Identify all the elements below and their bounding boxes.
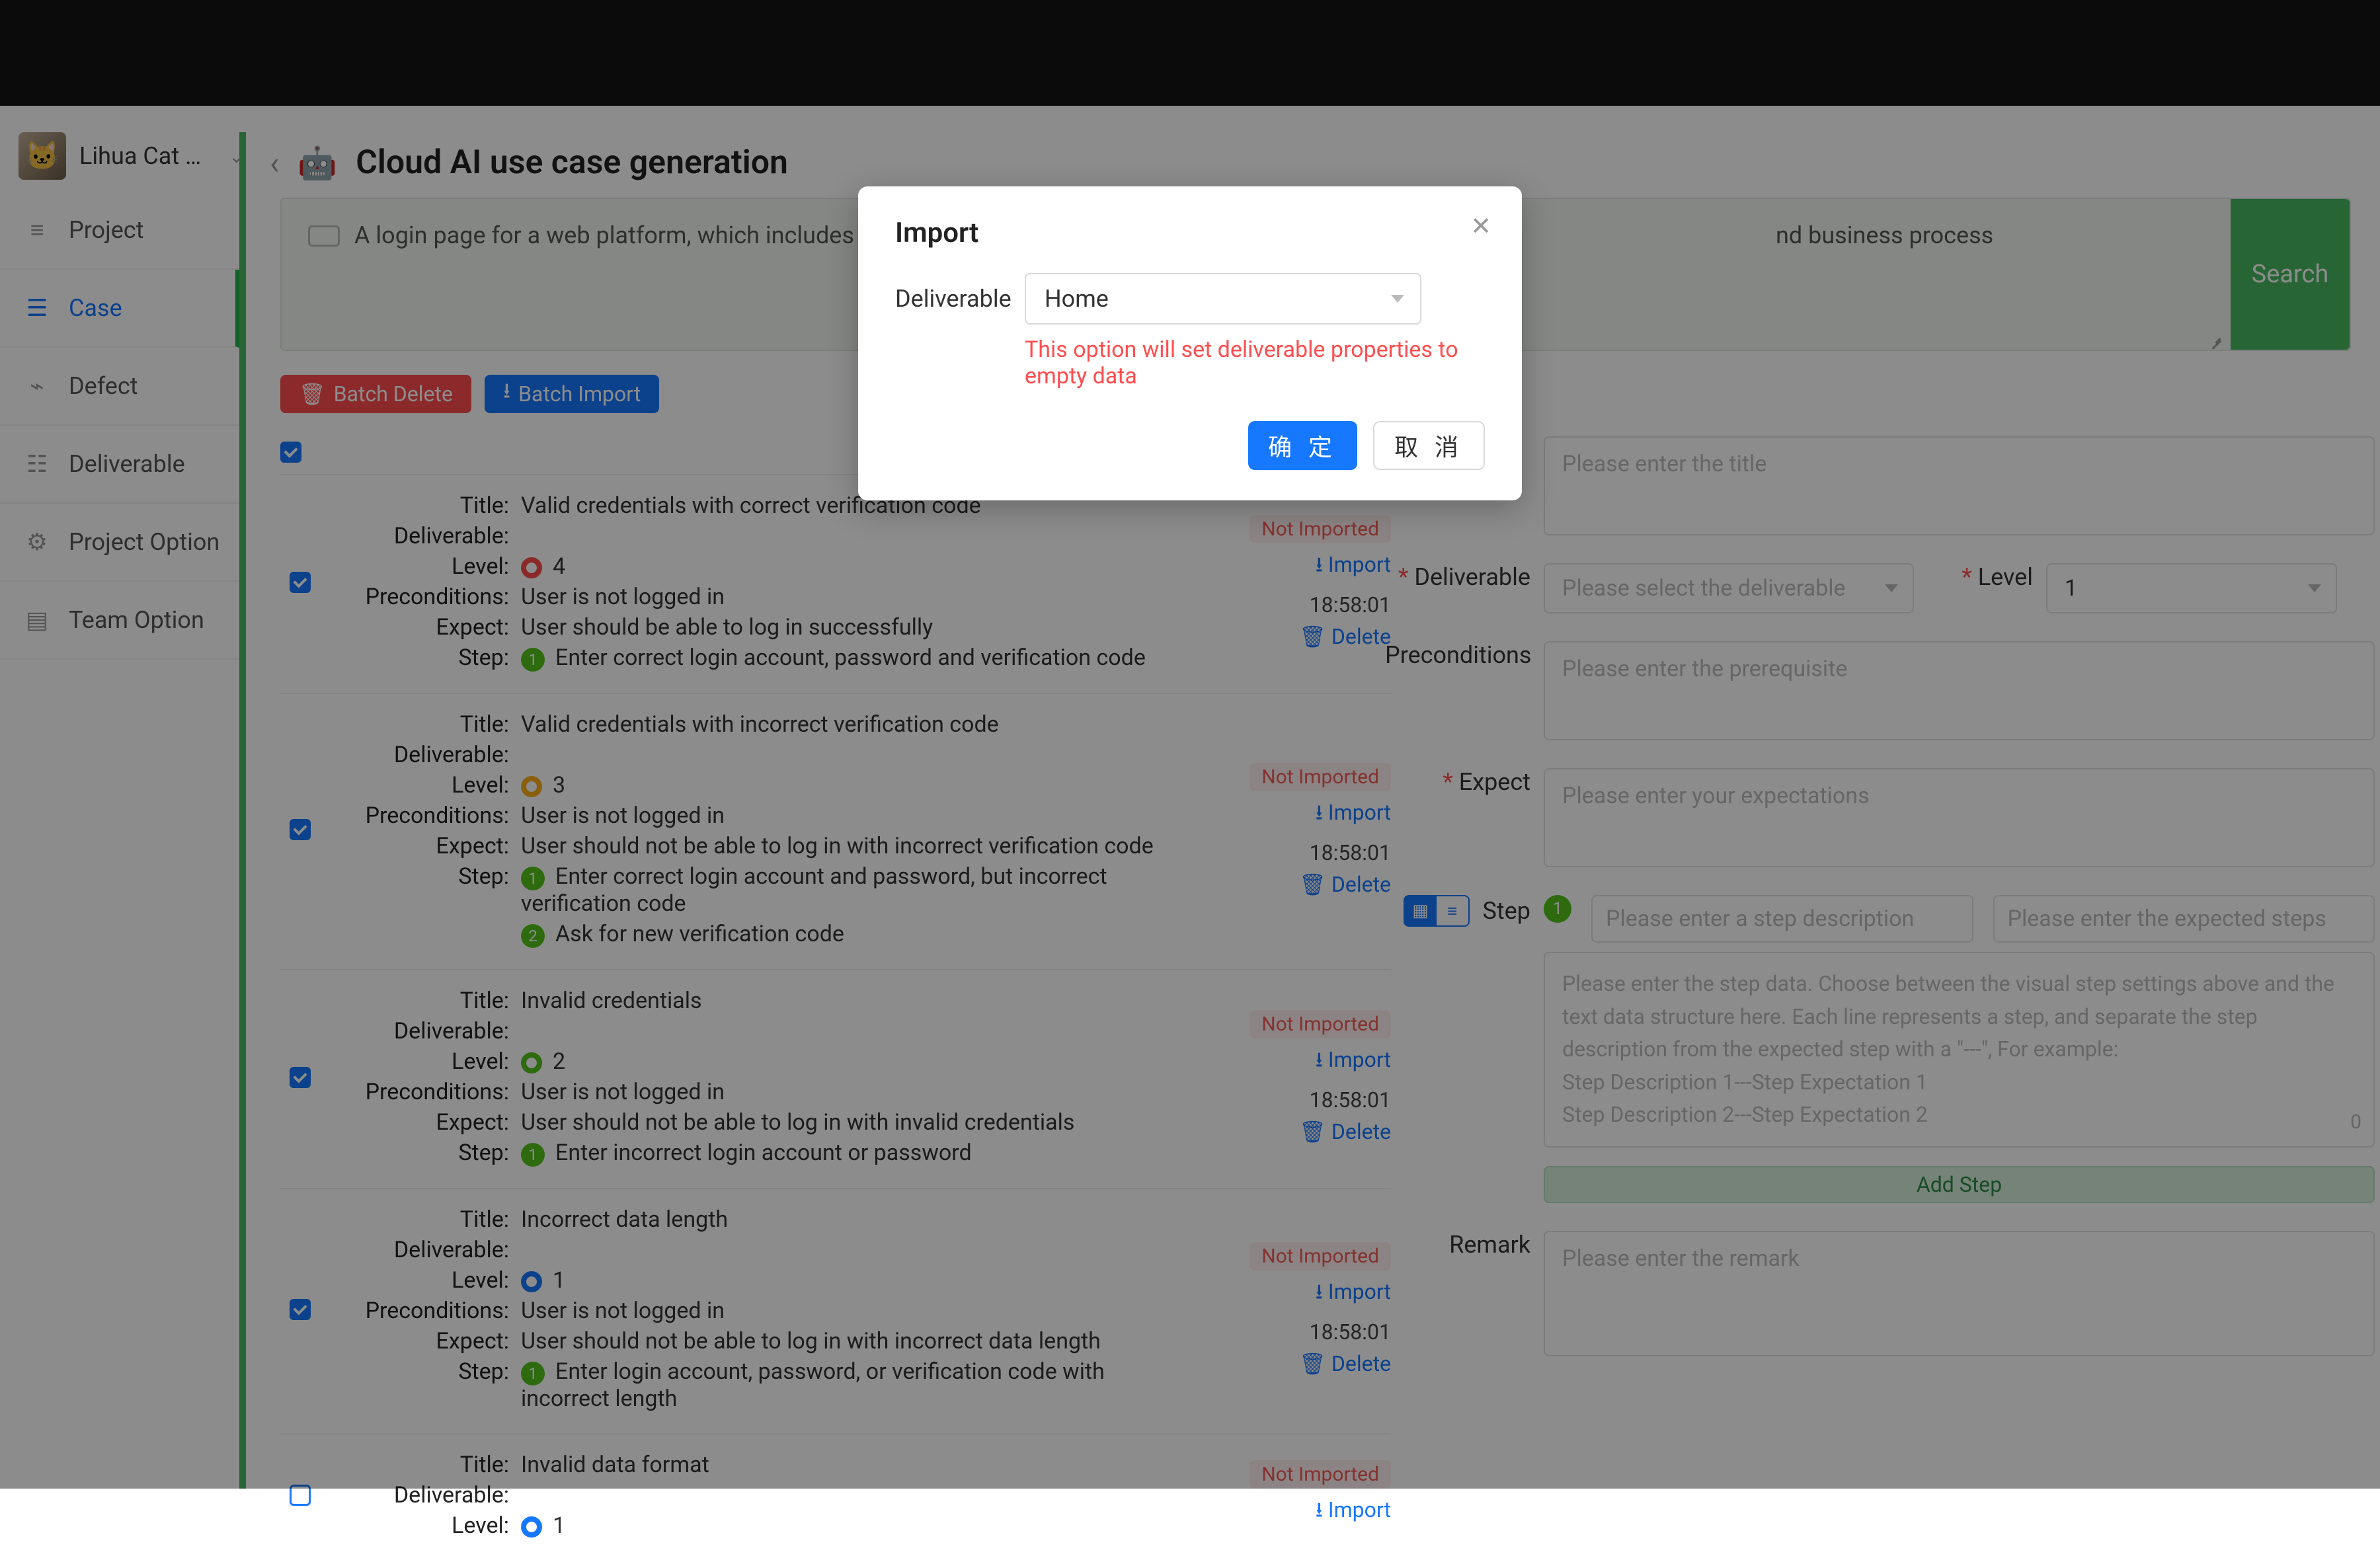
modal-cancel-button[interactable]: 取 消 [1373, 421, 1485, 470]
modal-confirm-button[interactable]: 确 定 [1248, 421, 1357, 470]
close-icon[interactable]: ✕ [1470, 212, 1491, 241]
modal-deliverable-select[interactable]: Home [1025, 273, 1421, 325]
modal-title: Import [895, 217, 1485, 249]
import-link[interactable]: ⭳ Import [1316, 1495, 1391, 1531]
modal-warning: This option will set deliverable propert… [1025, 336, 1485, 389]
import-modal: Import ✕ Deliverable Home This option wi… [858, 186, 1522, 500]
modal-label-deliverable: Deliverable [895, 285, 1008, 313]
